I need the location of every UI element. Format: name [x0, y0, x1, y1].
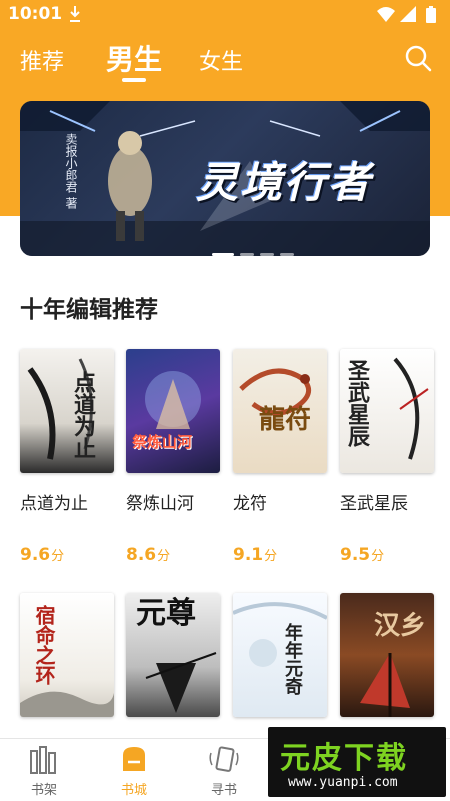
watermark-brand: 元皮下载 — [280, 741, 408, 776]
carousel-dot — [240, 253, 254, 256]
cover-title: 年年元奇 — [282, 623, 303, 695]
promo-banner[interactable]: 卖报小郎君 著 灵境行者 — [20, 101, 430, 256]
banner-title: 灵境行者 — [196, 158, 373, 207]
search-icon[interactable] — [404, 44, 432, 72]
status-time: 10:01 — [8, 4, 63, 24]
banner-author: 卖报小郎君 著 — [64, 133, 78, 209]
book-card[interactable]: 汉乡 — [340, 593, 434, 717]
tab-recommend[interactable]: 推荐 — [20, 44, 64, 76]
watermark-url: www.yuanpi.com — [288, 775, 398, 790]
status-bar: 10:01 — [0, 0, 450, 30]
book-cover: 年年元奇 — [233, 593, 327, 717]
book-score: 8.6分 — [126, 545, 171, 565]
system-status-icons — [377, 6, 436, 23]
bookstore-icon — [123, 747, 145, 771]
find-book-icon — [209, 746, 239, 772]
download-icon — [70, 6, 80, 22]
book-cover: 元尊 — [126, 593, 220, 717]
cover-title: 圣武星辰 — [344, 359, 370, 447]
book-title: 点道为止 — [20, 494, 88, 514]
book-title: 祭炼山河 — [126, 494, 194, 514]
carousel-dot — [280, 253, 294, 256]
book-card[interactable]: 元尊 — [126, 593, 220, 717]
book-title: 圣武星辰 — [340, 494, 408, 514]
wifi-icon — [377, 7, 395, 22]
nav-bookstore[interactable]: 书城 — [104, 745, 164, 799]
cover-title: 祭炼山河 — [132, 433, 193, 451]
carousel-dot-active — [212, 253, 234, 256]
top-header: 推荐 男生 女生 — [0, 30, 450, 90]
book-card[interactable]: 宿命之环 — [20, 593, 114, 717]
book-cover: 点道为止 — [20, 349, 114, 473]
cover-title: 点道为止 — [70, 371, 96, 459]
book-card[interactable]: 点道为止 点道为止 9.6分 — [20, 349, 114, 565]
cover-title: 元尊 — [136, 596, 196, 631]
book-card[interactable]: 祭炼山河 祭炼山河 8.6分 — [126, 349, 220, 565]
book-title: 龙符 — [233, 494, 267, 514]
cover-title: 龍符 — [259, 405, 312, 435]
signal-icon — [400, 6, 416, 22]
cover-title: 汉乡 — [374, 611, 427, 641]
nav-label: 书城 — [120, 783, 147, 798]
book-score: 9.6分 — [20, 545, 65, 565]
book-score: 9.5分 — [340, 545, 385, 565]
book-cover: 圣武星辰 — [340, 349, 434, 473]
nav-label: 寻书 — [210, 783, 237, 798]
nav-label: 书架 — [30, 783, 57, 798]
book-card[interactable]: 龍符 龙符 9.1分 — [233, 349, 327, 565]
active-tab-indicator — [122, 78, 146, 82]
battery-icon — [426, 8, 436, 23]
carousel-indicator — [212, 241, 300, 256]
watermark-logo: 元皮下载 www.yuanpi.com — [268, 727, 446, 797]
book-score: 9.1分 — [233, 545, 278, 565]
tab-female[interactable]: 女生 — [199, 44, 243, 76]
cover-title: 宿命之环 — [32, 605, 56, 685]
book-cover: 祭炼山河 — [126, 349, 220, 473]
nav-bookshelf[interactable]: 书架 — [14, 745, 74, 799]
book-cover: 龍符 — [233, 349, 327, 473]
book-card[interactable]: 年年元奇 — [233, 593, 327, 717]
tab-male[interactable]: 男生 — [106, 38, 162, 78]
section-title: 十年编辑推荐 — [20, 297, 158, 323]
carousel-dot — [260, 253, 274, 256]
book-cover: 汉乡 — [340, 593, 434, 717]
book-card[interactable]: 圣武星辰 圣武星辰 9.5分 — [340, 349, 434, 565]
nav-find-book[interactable]: 寻书 — [194, 745, 254, 799]
bookshelf-icon — [30, 746, 56, 774]
book-cover: 宿命之环 — [20, 593, 114, 717]
